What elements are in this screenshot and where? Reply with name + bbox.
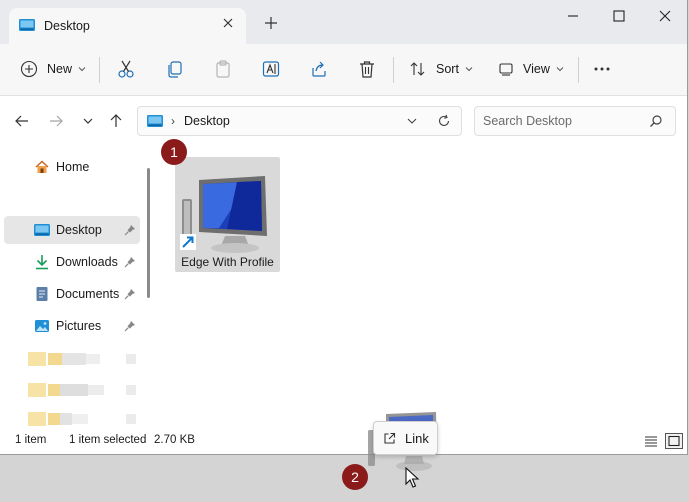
drag-tooltip-label: Link: [405, 431, 429, 446]
plus-circle-icon: [20, 60, 38, 78]
desktop-folder-icon: [34, 224, 50, 236]
copy-icon[interactable]: [166, 58, 184, 80]
chevron-down-icon: [465, 67, 473, 72]
nav-label-documents: Documents: [56, 287, 120, 301]
document-icon: [36, 287, 48, 301]
step-badge-2: 2: [342, 464, 368, 490]
nav-label-home: Home: [56, 160, 90, 174]
download-arrow-icon: [36, 255, 48, 270]
pin-icon: [124, 289, 135, 300]
pin-icon: [124, 225, 135, 236]
share-icon[interactable]: [310, 58, 328, 80]
back-arrow-icon[interactable]: [14, 113, 30, 129]
recent-locations-chevron-icon[interactable]: [80, 113, 96, 129]
item-count: 1 item: [15, 434, 47, 446]
tab-desktop[interactable]: Desktop: [9, 8, 246, 44]
nav-item-documents[interactable]: Documents: [4, 280, 140, 308]
desktop-folder-icon: [19, 19, 35, 31]
toolbar-divider: [393, 57, 394, 83]
search-box[interactable]: Search Desktop: [474, 106, 676, 136]
new-tab-plus-icon[interactable]: [264, 16, 278, 30]
more-options-icon[interactable]: [592, 58, 612, 80]
up-arrow-icon[interactable]: [108, 113, 124, 129]
search-icon: [650, 115, 662, 127]
navigation-pane: Home Desktop Downloads Documents Picture…: [0, 148, 142, 429]
refresh-icon[interactable]: [437, 114, 451, 128]
status-bar: 1 item 1 item selected 2.70 KB: [0, 429, 687, 454]
address-row: › Desktop Search Desktop: [0, 96, 687, 148]
home-icon: [35, 160, 49, 173]
toolbar-divider: [99, 57, 100, 83]
tab-title: Desktop: [44, 19, 90, 33]
chevron-down-icon[interactable]: [406, 115, 418, 127]
nav-label-pictures: Pictures: [56, 319, 102, 333]
external-link-icon: [384, 432, 396, 444]
minimize-icon[interactable]: [566, 9, 580, 23]
cut-icon[interactable]: [117, 58, 135, 80]
pin-icon: [124, 321, 135, 332]
title-bar: Desktop: [0, 0, 687, 44]
sort-button[interactable]: Sort: [409, 58, 473, 80]
mouse-pointer-icon: [405, 467, 420, 488]
step-badge-1: 1: [161, 139, 187, 165]
view-button[interactable]: View: [498, 58, 564, 80]
details-view-icon[interactable]: [642, 433, 660, 449]
shortcut-computer-icon: [180, 176, 267, 253]
toolbar-divider: [578, 57, 579, 83]
selection-size: 2.70 KB: [154, 434, 195, 446]
large-icons-view-button[interactable]: [665, 433, 683, 449]
file-list: Edge With Profile: [150, 148, 687, 429]
sort-arrows-icon: [410, 62, 425, 76]
chevron-down-icon: [556, 67, 564, 72]
large-icons-view-icon: [668, 435, 680, 447]
address-bar[interactable]: › Desktop: [137, 106, 462, 136]
breadcrumb-separator: ›: [171, 114, 175, 128]
new-label: New: [47, 62, 73, 76]
pin-icon: [124, 257, 135, 268]
forward-arrow-icon[interactable]: [48, 113, 64, 129]
rename-icon[interactable]: [262, 58, 280, 80]
redacted-nav-item: [28, 412, 136, 426]
search-input[interactable]: Search Desktop: [483, 114, 572, 128]
desktop-folder-icon: [147, 115, 163, 127]
nav-item-desktop[interactable]: Desktop: [4, 216, 140, 244]
redacted-nav-item: [28, 383, 136, 397]
close-tab-icon[interactable]: [221, 16, 235, 30]
nav-item-home[interactable]: Home: [4, 153, 140, 181]
close-window-icon[interactable]: [658, 9, 672, 23]
nav-item-pictures[interactable]: Pictures: [4, 312, 140, 340]
file-name: Edge With Profile: [181, 255, 274, 269]
nav-label-desktop: Desktop: [56, 223, 102, 237]
redacted-nav-item: [28, 352, 136, 366]
sort-label: Sort: [436, 62, 459, 76]
file-explorer-window: Desktop New Sort View › Desktop Search D…: [0, 0, 688, 455]
chevron-down-icon: [78, 67, 86, 72]
file-item-edge-with-profile[interactable]: Edge With Profile: [175, 157, 280, 272]
new-button[interactable]: New: [20, 58, 86, 80]
view-label: View: [523, 62, 550, 76]
paste-icon[interactable]: [214, 58, 232, 80]
maximize-icon[interactable]: [612, 9, 626, 23]
pictures-icon: [35, 320, 49, 332]
selection-status: 1 item selected: [69, 434, 147, 446]
breadcrumb-desktop[interactable]: Desktop: [184, 114, 230, 128]
drag-tooltip: Link: [373, 421, 438, 455]
nav-item-downloads[interactable]: Downloads: [4, 248, 140, 276]
nav-label-downloads: Downloads: [56, 255, 118, 269]
delete-icon[interactable]: [358, 58, 376, 80]
view-layout-icon: [499, 63, 513, 76]
command-bar: New Sort View: [0, 44, 687, 96]
